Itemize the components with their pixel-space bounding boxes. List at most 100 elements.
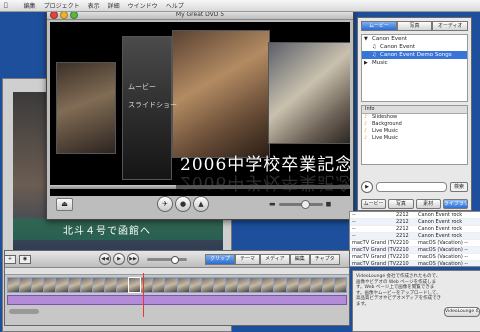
rewind-button[interactable]: ◀◀ bbox=[99, 253, 111, 265]
menu-item-view[interactable]: 表示 bbox=[88, 1, 100, 10]
add-clip-icon[interactable]: + bbox=[4, 254, 16, 264]
tree-item[interactable]: ▶ Music bbox=[362, 59, 467, 67]
tab-edit[interactable]: 編集 bbox=[289, 253, 310, 265]
forward-button[interactable]: ▶▶ bbox=[127, 253, 139, 265]
tab-chapters[interactable]: チャプタ bbox=[309, 253, 340, 265]
tab-clips[interactable]: クリップ bbox=[205, 253, 236, 265]
rewind-icon: ◀◀ bbox=[101, 256, 109, 262]
timeline-clip[interactable] bbox=[201, 278, 213, 292]
disclosure-triangle-icon[interactable]: ▶ bbox=[364, 59, 368, 67]
playback-buttons: ✈ ● ▲ bbox=[157, 196, 209, 212]
volume-high-icon: ◼ bbox=[325, 200, 332, 208]
panel-button-library[interactable]: ライブラリ bbox=[442, 199, 468, 209]
timeline-clip[interactable] bbox=[8, 278, 20, 292]
disclosure-triangle-icon[interactable]: ▼ bbox=[364, 35, 368, 43]
timeline-clip[interactable] bbox=[286, 278, 298, 292]
tab-themes[interactable]: テーマ bbox=[235, 253, 261, 265]
timeline-clip[interactable] bbox=[177, 278, 189, 292]
timeline-clip[interactable] bbox=[80, 278, 92, 292]
menu-item-project[interactable]: プロジェクト bbox=[44, 1, 80, 10]
timeline-clip[interactable] bbox=[20, 278, 32, 292]
panel-button-photo[interactable]: 写真 bbox=[388, 199, 414, 209]
timeline-clip[interactable] bbox=[92, 278, 104, 292]
menu-item-advanced[interactable]: 詳細 bbox=[108, 1, 120, 10]
tab-movie[interactable]: ムービー bbox=[361, 21, 397, 31]
timeline-playhead[interactable] bbox=[143, 273, 144, 317]
menu-item-edit[interactable]: 編集 bbox=[24, 1, 36, 10]
table-row[interactable]: -- 2212 Canon Event rock bbox=[350, 233, 480, 240]
tab-audio[interactable]: オーディオ bbox=[432, 21, 469, 31]
search-button[interactable]: 検索 bbox=[449, 182, 468, 192]
table-row[interactable]: macTV Grand (TV) ...2210 macOS (Vacation)… bbox=[350, 254, 480, 261]
settings-button[interactable]: ▲ bbox=[193, 196, 209, 212]
media-browser-panel: ムービー 写真 オーディオ ▼ Canon Event ♫ Canon Event … bbox=[357, 17, 472, 211]
timeline-clip[interactable] bbox=[116, 278, 129, 292]
timeline-clip[interactable] bbox=[225, 278, 238, 292]
timeline-clip[interactable] bbox=[274, 278, 286, 292]
timeline-clip[interactable] bbox=[104, 278, 116, 292]
timeline-clip[interactable] bbox=[165, 278, 177, 292]
table-row[interactable]: -- 2212 Canon Event rock bbox=[350, 212, 480, 219]
volume-slider[interactable] bbox=[278, 199, 323, 209]
menu-button-movie[interactable]: ムービー bbox=[128, 82, 156, 92]
menu-item-window[interactable]: ウインドウ bbox=[128, 1, 158, 10]
timeline-clip[interactable] bbox=[334, 278, 347, 292]
tab-media[interactable]: メディア bbox=[260, 253, 290, 265]
table-cell: 2210 bbox=[396, 254, 409, 260]
tree-item[interactable]: ▼ Canon Event bbox=[362, 35, 467, 43]
timeline-clip[interactable] bbox=[262, 278, 274, 292]
table-cell: macTV Grand (TV) ... bbox=[352, 261, 396, 267]
apple-menu-icon[interactable]:  bbox=[4, 2, 8, 9]
file-list-item[interactable]: ♪ Live Music bbox=[362, 128, 467, 135]
eject-button[interactable]: ⏏ bbox=[56, 197, 73, 211]
info-button[interactable]: ● bbox=[175, 196, 191, 212]
menu-button-slideshow[interactable]: スライドショー bbox=[128, 100, 177, 110]
timeline-clip[interactable] bbox=[238, 278, 250, 292]
table-row[interactable]: -- 2212 Canon Event rock bbox=[350, 219, 480, 226]
preview-play-button[interactable]: ▶ bbox=[361, 181, 373, 193]
timeline-clip[interactable] bbox=[32, 278, 44, 292]
file-list-item[interactable]: ♪ Live Music bbox=[362, 135, 467, 142]
timeline-clip[interactable] bbox=[310, 278, 322, 292]
timeline-clip[interactable] bbox=[322, 278, 334, 292]
zoom-slider-knob[interactable] bbox=[170, 255, 179, 264]
homepage-button[interactable]: VideoLounge のホームページへ bbox=[444, 307, 480, 317]
timeline-clip[interactable] bbox=[298, 278, 310, 292]
menu-item-help[interactable]: ヘルプ bbox=[166, 1, 184, 10]
video-track[interactable] bbox=[7, 277, 347, 293]
table-row[interactable]: -- 2212 Canon Event rock bbox=[350, 226, 480, 233]
timeline-zoom-slider[interactable] bbox=[147, 255, 187, 264]
timeline-ruler[interactable] bbox=[5, 268, 349, 275]
timeline-scrollbar[interactable] bbox=[9, 309, 39, 314]
timeline-clip[interactable] bbox=[189, 278, 201, 292]
photo-thumbnail-1 bbox=[56, 62, 116, 154]
tree-item[interactable]: ♫ Canon Event bbox=[362, 43, 467, 51]
volume-slider-knob[interactable] bbox=[300, 199, 310, 209]
table-row[interactable]: macTV Grand (TV) ...2210 macOS (Vacation)… bbox=[350, 247, 480, 254]
search-input[interactable] bbox=[376, 182, 447, 192]
timeline-clip[interactable] bbox=[250, 278, 262, 292]
tree-item-label: Canon Event Demo Songs bbox=[380, 52, 452, 58]
timeline-clip[interactable] bbox=[213, 278, 225, 292]
panel-button-movie[interactable]: ムービー bbox=[361, 199, 387, 209]
table-cell: 2212 bbox=[396, 212, 409, 218]
playback-progress-bar[interactable] bbox=[50, 185, 350, 189]
motion-button[interactable]: ✈ bbox=[157, 196, 173, 212]
file-list-item[interactable]: ♪ Slideshow bbox=[362, 114, 467, 121]
menu-preview-stage[interactable]: ムービー スライドショー 2006中学校卒業記念 2006中学校卒業記念 bbox=[50, 22, 350, 196]
tree-item-selected[interactable]: ♫ Canon Event Demo Songs bbox=[362, 51, 467, 59]
timeline-clip[interactable] bbox=[44, 278, 56, 292]
timeline-clip[interactable] bbox=[128, 277, 142, 293]
table-row[interactable]: macTV Grand (TV) ...2210 macOS (Vacation)… bbox=[350, 261, 480, 267]
play-button[interactable]: ▶ bbox=[113, 253, 125, 265]
music-folder-icon: ♫ bbox=[372, 52, 377, 58]
panel-button-assets[interactable]: 素材 bbox=[415, 199, 441, 209]
table-row[interactable]: macTV Grand (TV) ...2210 macOS (Vacation)… bbox=[350, 240, 480, 247]
audio-track[interactable] bbox=[7, 295, 347, 305]
timeline-clip[interactable] bbox=[56, 278, 68, 292]
tab-photo[interactable]: 写真 bbox=[396, 21, 433, 31]
file-list-item[interactable]: ♪ Background bbox=[362, 121, 467, 128]
timeline-clip[interactable] bbox=[68, 278, 80, 292]
timeline-clip[interactable] bbox=[153, 278, 165, 292]
camera-icon[interactable]: ◉ bbox=[19, 254, 31, 264]
